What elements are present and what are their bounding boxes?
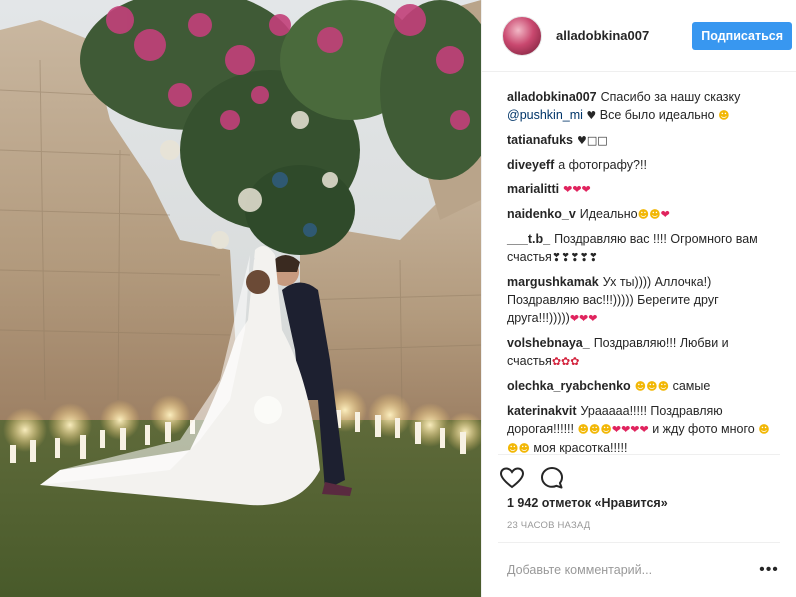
heart-icon: ❤ bbox=[660, 208, 670, 221]
rose-emoji-icon: ✿✿✿ bbox=[551, 355, 580, 368]
hearts-icon: ❤❤❤ bbox=[569, 312, 598, 325]
post-timestamp: 23 ЧАСОВ НАЗАД bbox=[507, 520, 591, 531]
comment: volshebnaya_ Поздравляю!!! Любви и счасть… bbox=[507, 334, 780, 371]
smile-emoji-icon: ☻☻☻ bbox=[577, 423, 612, 436]
comment: marialitti ❤❤❤ bbox=[507, 180, 780, 199]
comments-list: alladobkina007 Спасибо за нашу сказку @pu… bbox=[482, 72, 796, 454]
comment-input[interactable] bbox=[507, 563, 758, 577]
comment: diveyeff а фотографу?!! bbox=[507, 156, 780, 174]
smile-emoji-icon: ☻☻ bbox=[637, 208, 661, 221]
heart-icon: ♥ bbox=[577, 134, 587, 147]
like-button[interactable] bbox=[498, 464, 526, 492]
comment-username[interactable]: margushkamak bbox=[507, 275, 599, 289]
post-sidebar: alladobkina007 Подписаться alladobkina00… bbox=[481, 0, 796, 597]
caption-text-end: Все было идеально bbox=[596, 108, 719, 122]
mention-link[interactable]: @pushkin_mi bbox=[507, 108, 583, 122]
comment-username[interactable]: olechka_ryabchenko bbox=[507, 379, 631, 393]
comment: naidenko_v Идеально☻☻❤ bbox=[507, 205, 780, 224]
comment: ___t.b_ Поздравляю вас !!!! Огромного вам… bbox=[507, 230, 780, 267]
comment-text: а фотографу?!! bbox=[558, 158, 647, 172]
header-username[interactable]: alladobkina007 bbox=[556, 28, 692, 43]
smile-emoji-icon: ☻☻☻ bbox=[634, 380, 670, 393]
add-comment-bar: ••• bbox=[498, 542, 780, 597]
hearts-icon: ❤❤❤❤ bbox=[611, 423, 649, 436]
avatar[interactable] bbox=[502, 15, 542, 56]
speech-bubble-icon bbox=[541, 466, 563, 488]
caption: alladobkina007 Спасибо за нашу сказку @pu… bbox=[507, 88, 780, 125]
comment-text: моя красотка!!!!! bbox=[529, 441, 628, 454]
comment: margushkamak Ух ты)))) Аллочка!) Поздравл… bbox=[507, 273, 780, 328]
comment-text: Идеально bbox=[579, 207, 638, 221]
comment: tatianafuks ♥□□ bbox=[507, 131, 780, 150]
comment-button[interactable] bbox=[538, 464, 566, 492]
follow-button[interactable]: Подписаться bbox=[692, 21, 792, 50]
comment-text: и жду фото много bbox=[648, 422, 759, 436]
comment-username[interactable]: katerinakvit bbox=[507, 404, 576, 418]
caption-text: Спасибо за нашу сказку bbox=[600, 90, 741, 104]
action-bar bbox=[498, 454, 780, 490]
post-frame: alladobkina007 Подписаться alladobkina00… bbox=[0, 0, 796, 597]
comment-username[interactable]: alladobkina007 bbox=[507, 90, 597, 104]
comment: katerinakvit Урааааа!!!!! Поздравляю доро… bbox=[507, 402, 780, 454]
smile-emoji-icon: ☻ bbox=[718, 109, 730, 122]
hearts-icon: ❣❣❣❣❣ bbox=[551, 251, 598, 264]
missing-glyph-icon: □□ bbox=[586, 134, 608, 147]
post-photo[interactable] bbox=[0, 0, 481, 597]
comment-text: самые bbox=[672, 379, 711, 393]
heart-outline-icon bbox=[500, 466, 524, 488]
comment-username[interactable]: naidenko_v bbox=[507, 207, 576, 221]
comment-username[interactable]: volshebnaya_ bbox=[507, 336, 590, 350]
likes-count[interactable]: 1 942 отметок «Нравится» bbox=[482, 490, 796, 516]
comment-username[interactable]: ___t.b_ bbox=[507, 232, 550, 246]
comment-username[interactable]: tatianafuks bbox=[507, 133, 573, 147]
post-header: alladobkina007 Подписаться bbox=[482, 0, 796, 72]
heart-icon: ♥ bbox=[586, 109, 597, 122]
comment: olechka_ryabchenko ☻☻☻ самые bbox=[507, 377, 780, 396]
hearts-icon: ❤❤❤ bbox=[563, 183, 591, 196]
more-options-icon[interactable]: ••• bbox=[758, 560, 780, 580]
comment-username[interactable]: diveyeff bbox=[507, 158, 554, 172]
comment-username[interactable]: marialitti bbox=[507, 182, 559, 196]
wedding-photo-illustration bbox=[0, 0, 481, 597]
